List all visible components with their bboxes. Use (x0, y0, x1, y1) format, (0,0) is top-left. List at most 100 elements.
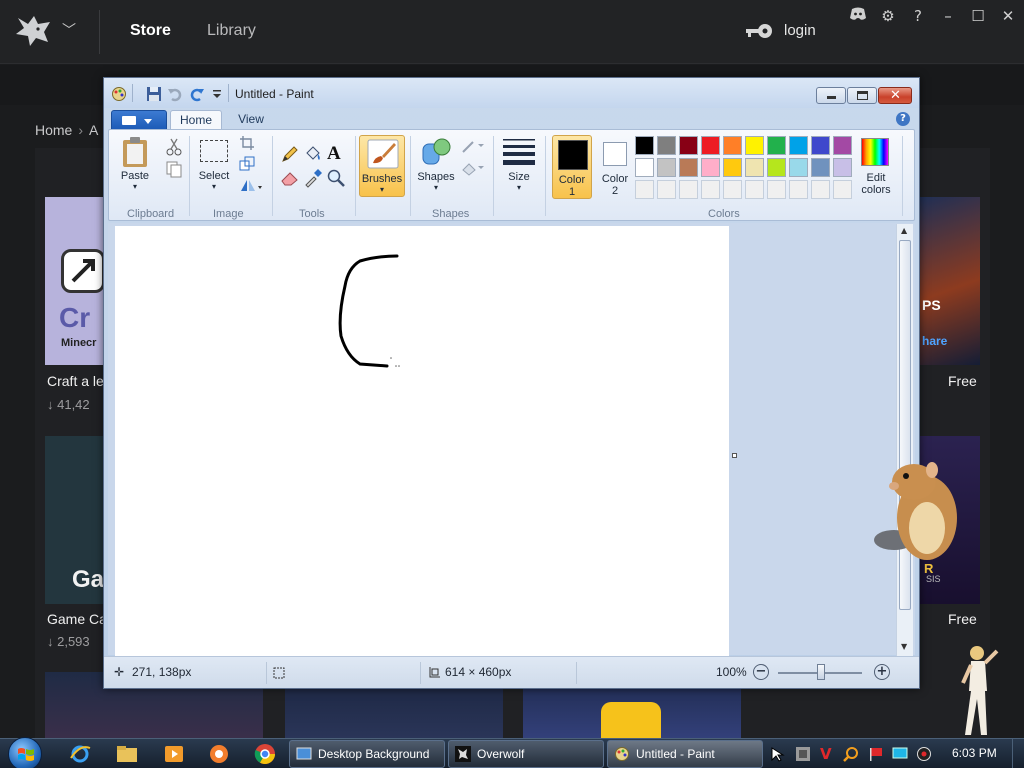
edit-colors-button[interactable]: Edit colors (855, 134, 897, 200)
tab-home[interactable]: Home (170, 110, 222, 131)
breadcrumb-home[interactable]: Home (35, 122, 72, 138)
palette-swatch[interactable] (833, 136, 852, 155)
quick-access-dropdown-icon[interactable] (209, 86, 225, 102)
palette-swatch[interactable] (767, 180, 786, 199)
internet-explorer-icon[interactable] (68, 742, 92, 766)
chrome-icon[interactable] (253, 742, 277, 766)
palette-swatch[interactable] (657, 158, 676, 177)
drawing-canvas[interactable] (115, 226, 729, 656)
palette-swatch[interactable] (811, 158, 830, 177)
zoom-in-button[interactable]: + (874, 664, 890, 680)
color1-button[interactable]: Color 1 (552, 135, 592, 199)
palette-swatch[interactable] (723, 180, 742, 199)
tray-app-icon[interactable] (795, 746, 811, 762)
app-card-title[interactable]: Game Ca (47, 611, 107, 627)
palette-swatch[interactable] (811, 136, 830, 155)
close-icon[interactable]: ✕ (998, 6, 1018, 26)
size-button[interactable]: Size ▾ (499, 134, 539, 200)
fill-bucket-icon[interactable] (303, 144, 323, 164)
paste-button[interactable]: Paste ▾ (115, 134, 155, 200)
taskbar-button-paint[interactable]: Untitled - Paint (607, 740, 763, 768)
palette-swatch[interactable] (789, 158, 808, 177)
text-tool-icon[interactable]: A (327, 143, 347, 164)
gear-icon[interactable]: ⚙ (878, 6, 898, 26)
title-bar[interactable]: Untitled - Paint ✕ (104, 78, 919, 108)
palette-swatch[interactable] (767, 136, 786, 155)
app-card-image[interactable]: Cr Minecr (45, 197, 105, 365)
palette-swatch[interactable] (635, 180, 654, 199)
scroll-up-icon[interactable]: ▲ (901, 226, 907, 235)
help-icon[interactable]: ? (896, 112, 910, 126)
login-link[interactable]: login (784, 22, 816, 39)
resize-icon[interactable] (239, 156, 255, 172)
outline-icon[interactable] (461, 138, 485, 154)
palette-swatch[interactable] (701, 180, 720, 199)
chevron-down-icon[interactable]: ﹀ (62, 20, 76, 40)
shapes-button[interactable]: Shapes ▾ (415, 134, 457, 200)
taskbar-button-overwolf[interactable]: Overwolf (448, 740, 604, 768)
palette-swatch[interactable] (723, 158, 742, 177)
minimize-icon[interactable]: – (938, 6, 958, 26)
crop-icon[interactable] (239, 135, 255, 151)
clock[interactable]: 6:03 PM (952, 746, 997, 760)
overwolf-logo-icon[interactable] (14, 12, 54, 50)
close-button[interactable]: ✕ (878, 87, 912, 104)
palette-swatch[interactable] (701, 136, 720, 155)
start-button[interactable] (8, 737, 42, 768)
magnifier-icon[interactable] (326, 168, 346, 188)
palette-swatch[interactable] (811, 180, 830, 199)
tray-volume-icon[interactable] (916, 746, 932, 762)
tray-v-icon[interactable]: V (820, 746, 836, 762)
cut-icon[interactable] (164, 137, 184, 157)
discord-icon[interactable] (848, 6, 868, 26)
app-card-image[interactable]: PS hare (918, 197, 980, 365)
palette-swatch[interactable] (679, 158, 698, 177)
zoom-slider-thumb[interactable] (817, 664, 825, 680)
maximize-icon[interactable]: ☐ (968, 6, 988, 26)
palette-swatch[interactable] (789, 136, 808, 155)
eraser-icon[interactable] (280, 168, 300, 188)
breadcrumb-current[interactable]: A (89, 122, 98, 138)
brushes-button[interactable]: Brushes ▾ (359, 135, 405, 197)
rotate-icon[interactable] (239, 177, 263, 193)
palette-swatch[interactable] (657, 136, 676, 155)
palette-swatch[interactable] (723, 136, 742, 155)
desktop-pet-hamster[interactable] (872, 456, 962, 566)
palette-swatch[interactable] (833, 180, 852, 199)
copy-icon[interactable] (164, 159, 184, 179)
vertical-scrollbar[interactable]: ▲ ▼ (896, 224, 913, 656)
palette-swatch[interactable] (745, 180, 764, 199)
app-card-image[interactable]: Ga (45, 436, 105, 604)
canvas-resize-handle[interactable] (732, 453, 737, 458)
help-icon[interactable]: ? (908, 6, 928, 26)
file-menu-button[interactable] (111, 110, 167, 130)
undo-icon[interactable] (167, 86, 183, 102)
tab-view[interactable]: View (226, 110, 276, 131)
app-card-title[interactable]: Craft a le (47, 373, 104, 389)
tray-display-icon[interactable] (892, 746, 908, 762)
paint-app-icon[interactable] (111, 86, 127, 102)
nav-library[interactable]: Library (207, 22, 256, 40)
palette-swatch[interactable] (679, 180, 698, 199)
tray-flag-icon[interactable] (868, 746, 884, 762)
scroll-down-icon[interactable]: ▼ (901, 642, 907, 651)
color2-swatch[interactable] (603, 142, 627, 166)
minimize-button[interactable] (816, 87, 846, 104)
palette-swatch[interactable] (701, 158, 720, 177)
fill-icon[interactable] (461, 160, 485, 176)
media-player-icon[interactable] (162, 742, 186, 766)
tray-cursor-icon[interactable] (770, 746, 786, 762)
maximize-button[interactable] (847, 87, 877, 104)
key-icon[interactable] (744, 22, 774, 40)
desktop-pet-dancer[interactable] (955, 643, 1005, 739)
pencil-icon[interactable] (280, 144, 300, 164)
color-picker-icon[interactable] (303, 168, 323, 188)
nav-store[interactable]: Store (130, 22, 171, 40)
zoom-out-button[interactable]: − (753, 664, 769, 680)
save-icon[interactable] (146, 86, 162, 102)
redo-icon[interactable] (189, 86, 205, 102)
palette-swatch[interactable] (635, 158, 654, 177)
palette-swatch[interactable] (767, 158, 786, 177)
file-explorer-icon[interactable] (115, 742, 139, 766)
palette-swatch[interactable] (745, 136, 764, 155)
